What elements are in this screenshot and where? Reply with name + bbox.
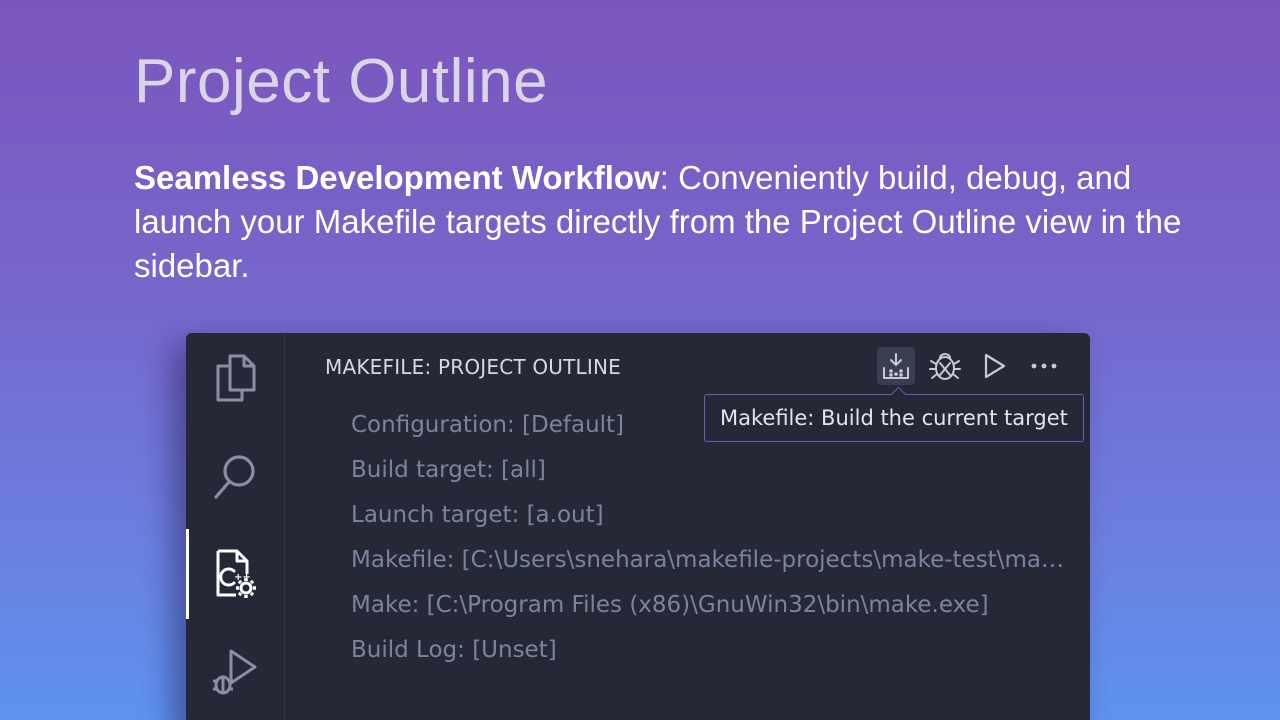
outline-item-build-log[interactable]: Build Log: [Unset] [351, 628, 1071, 673]
activity-explorer[interactable] [186, 333, 284, 423]
build-tooltip: Makefile: Build the current target [704, 394, 1084, 442]
run-debug-icon [213, 649, 257, 695]
activity-run-debug[interactable] [186, 625, 284, 715]
outline-item-launch-target[interactable]: Launch target: [a.out] [351, 493, 1071, 538]
svg-text:++: ++ [234, 572, 251, 583]
build-button[interactable] [877, 347, 915, 385]
project-outline-panel: MAKEFILE: PROJECT OUTLINE Makefile: Buil… [285, 333, 1090, 720]
activity-search[interactable] [186, 433, 284, 523]
files-icon [216, 354, 256, 402]
outline-item-build-target[interactable]: Build target: [all] [351, 448, 1071, 493]
debug-button[interactable] [926, 347, 964, 385]
run-button[interactable] [975, 347, 1013, 385]
outline-list: Configuration: [Default] Build target: [… [351, 403, 1071, 673]
more-actions-button[interactable] [1025, 347, 1063, 385]
panel-title: MAKEFILE: PROJECT OUTLINE [325, 355, 621, 379]
slide-title: Project Outline [134, 47, 549, 116]
debug-icon [929, 353, 961, 380]
more-icon [1031, 363, 1057, 369]
build-icon [883, 353, 909, 379]
search-icon [214, 455, 255, 499]
slide-description: Seamless Development Workflow: Convenien… [134, 156, 1194, 288]
activity-makefile-tools[interactable]: ++ [186, 529, 284, 619]
outline-item-make[interactable]: Make: [C:\Program Files (x86)\GnuWin32\b… [351, 583, 1071, 628]
description-highlight: Seamless Development Workflow [134, 159, 660, 196]
outline-item-makefile[interactable]: Makefile: [C:\Users\snehara\makefile-pro… [351, 538, 1071, 583]
activity-bar: ++ [186, 333, 285, 720]
vscode-window: ++ MAKEFILE: PROJECT OUTLINE Makefile: B… [186, 333, 1090, 720]
run-icon [984, 353, 1006, 379]
makefile-tools-icon: ++ [216, 549, 256, 598]
